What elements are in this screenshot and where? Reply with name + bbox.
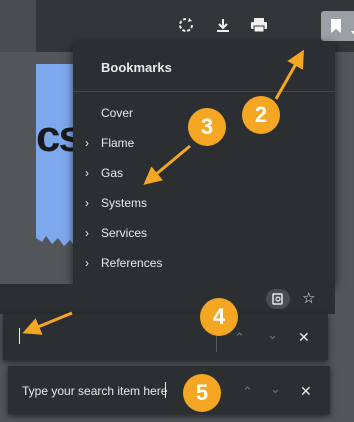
find-input[interactable] (17, 328, 211, 348)
chevron-right-icon[interactable]: › (73, 226, 101, 240)
rotate-icon[interactable] (175, 14, 197, 36)
text-caret (19, 328, 20, 344)
find-input-text[interactable]: Type your search item here (22, 384, 167, 398)
chevron-right-icon[interactable]: › (73, 196, 101, 210)
bookmark-item-label: Cover (101, 106, 134, 120)
bookmark-item-label: References (101, 256, 163, 270)
bookmark-item[interactable]: › Services (73, 218, 335, 248)
bookmarks-button[interactable] (321, 11, 354, 41)
close-icon[interactable]: ✕ (300, 383, 312, 400)
text-caret (165, 382, 166, 398)
find-bar-with-text: Type your search item here ⌃ ⌄ ✕ (8, 366, 330, 414)
step-badge-3: 3 (188, 108, 226, 146)
bookmarks-title: Bookmarks (101, 60, 172, 75)
previous-match-chevron-up-icon[interactable]: ⌃ (234, 330, 245, 346)
previous-match-chevron-up-icon[interactable]: ⌃ (242, 384, 253, 400)
next-match-chevron-down-icon[interactable]: ⌄ (267, 327, 278, 343)
bookmark-item-label: Flame (101, 136, 135, 150)
find-bar: ⌃ ⌄ ✕ (3, 314, 328, 360)
bookmark-item[interactable]: › Systems (73, 188, 335, 218)
chevron-right-icon[interactable]: › (73, 256, 101, 270)
search-in-page-icon[interactable] (266, 289, 290, 309)
print-icon[interactable] (248, 14, 270, 36)
step-badge-4: 4 (200, 298, 238, 336)
bookmarks-panel: Bookmarks Cover › Flame › Gas › Systems › Servic… (73, 42, 335, 286)
next-match-chevron-down-icon[interactable]: ⌄ (270, 381, 281, 397)
step-badge-5: 5 (183, 374, 221, 412)
bookmark-item[interactable]: › Gas (73, 158, 335, 188)
step-badge-2: 2 (242, 96, 280, 134)
left-strip (0, 0, 36, 52)
bookmark-item[interactable]: › References (73, 248, 335, 278)
bookmark-item-label: Systems (101, 196, 148, 210)
star-icon[interactable]: ☆ (302, 289, 315, 307)
close-icon[interactable]: ✕ (298, 329, 310, 346)
download-icon[interactable] (212, 14, 234, 36)
bookmark-icon (330, 18, 342, 39)
chevron-right-icon[interactable]: › (73, 136, 101, 150)
bookmark-item-label: Gas (101, 166, 124, 180)
divider (73, 91, 335, 92)
chevron-right-icon[interactable]: › (73, 166, 101, 180)
bookmark-item-label: Services (101, 226, 148, 240)
